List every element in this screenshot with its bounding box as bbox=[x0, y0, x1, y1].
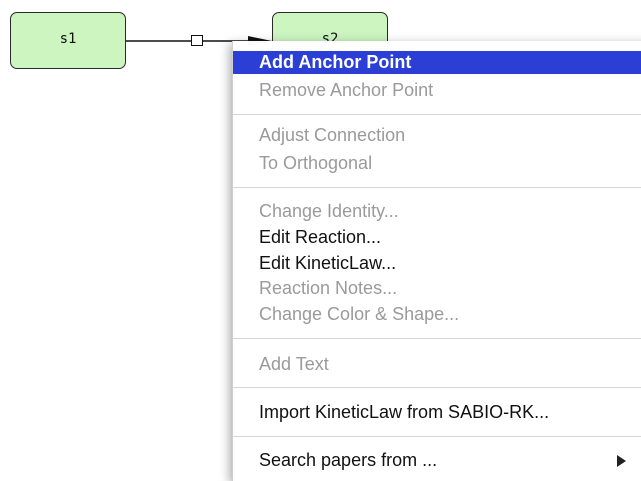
menu-item-add-text[interactable]: Add Text bbox=[233, 353, 641, 376]
menu-item-adjust-connection[interactable]: Adjust Connection bbox=[233, 124, 641, 147]
menu-item-search-papers-label: Search papers from ... bbox=[259, 450, 438, 470]
menu-separator bbox=[233, 436, 641, 437]
menu-item-change-color-shape[interactable]: Change Color & Shape... bbox=[233, 303, 641, 326]
species-label-s1: s1 bbox=[59, 31, 77, 47]
anchor-point-handle[interactable] bbox=[191, 35, 203, 46]
menu-item-add-anchor-point[interactable]: Add Anchor Point bbox=[233, 51, 641, 74]
menu-separator bbox=[233, 114, 641, 115]
menu-item-search-papers[interactable]: Search papers from ... bbox=[233, 449, 641, 472]
menu-item-edit-reaction[interactable]: Edit Reaction... bbox=[233, 226, 641, 249]
context-menu: Add Anchor Point Remove Anchor Point Adj… bbox=[232, 41, 641, 481]
menu-separator bbox=[233, 387, 641, 388]
menu-item-remove-anchor-point[interactable]: Remove Anchor Point bbox=[233, 79, 641, 102]
species-node-s1[interactable]: s1 bbox=[10, 12, 126, 69]
submenu-arrow-icon bbox=[617, 455, 626, 467]
diagram-canvas[interactable]: s1 s2 Add Anchor Point Remove Anchor Poi… bbox=[0, 0, 641, 481]
menu-item-edit-kineticlaw[interactable]: Edit KineticLaw... bbox=[233, 252, 641, 275]
menu-item-import-kineticlaw-sabio-rk[interactable]: Import KineticLaw from SABIO-RK... bbox=[233, 401, 641, 424]
menu-item-change-identity[interactable]: Change Identity... bbox=[233, 200, 641, 223]
menu-separator bbox=[233, 187, 641, 188]
menu-separator bbox=[233, 338, 641, 339]
menu-item-reaction-notes[interactable]: Reaction Notes... bbox=[233, 277, 641, 300]
menu-item-to-orthogonal[interactable]: To Orthogonal bbox=[233, 152, 641, 175]
